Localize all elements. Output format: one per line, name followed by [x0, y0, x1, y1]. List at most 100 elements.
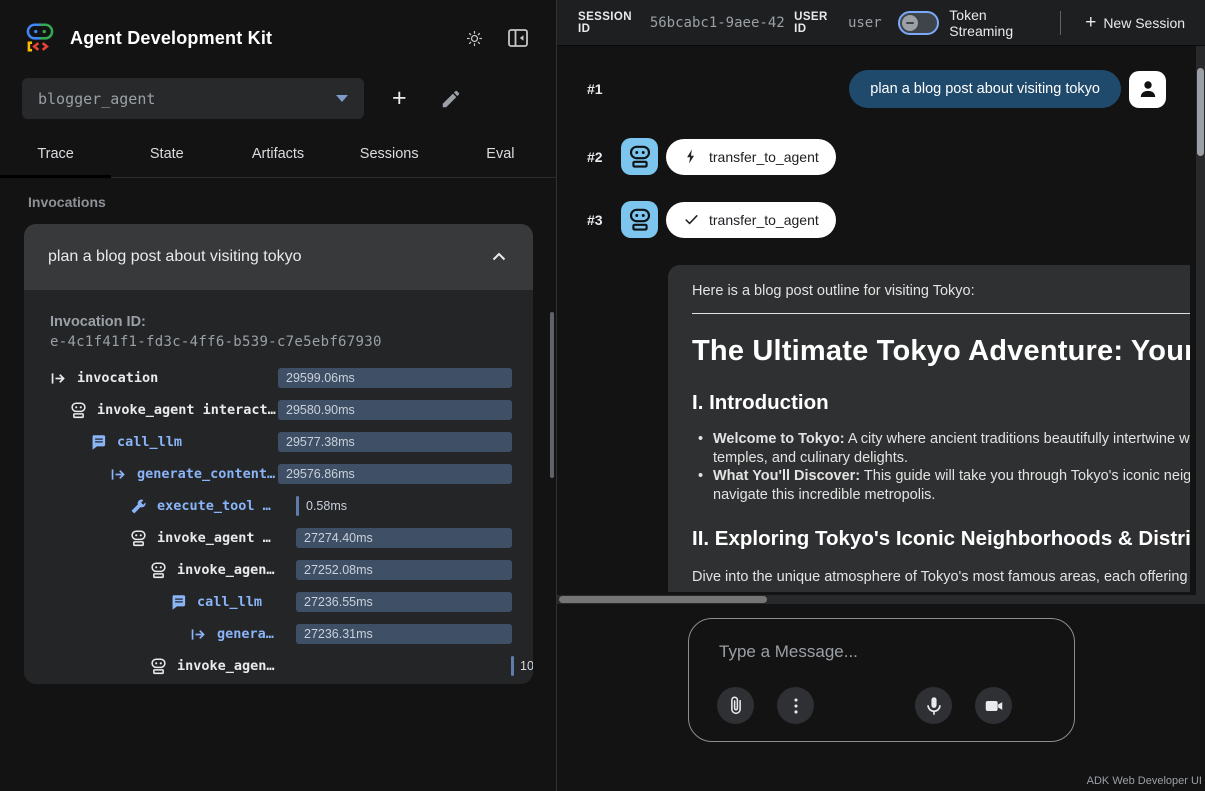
dropdown-caret-icon [336, 95, 348, 102]
robot-icon [150, 658, 167, 675]
trace-row-invoke-agent[interactable]: invoke_agent interact… 29580.90ms [24, 394, 533, 426]
chevron-up-icon [489, 247, 509, 267]
invocation-panel: plan a blog post about visiting tokyo In… [24, 224, 533, 684]
trace-row-invoke-agent[interactable]: invoke_agen… 10 [24, 650, 533, 682]
adk-app: Agent Development Kit blogger_agent + Tr… [0, 0, 1205, 791]
session-id-value: 56bcabc1-9aee-42eb [650, 15, 784, 31]
chat-horizontal-scrollbar-thumb[interactable] [559, 596, 767, 603]
left-tabs: Trace State Artifacts Sessions Eval [0, 131, 556, 178]
microphone-button[interactable] [915, 687, 952, 724]
chat-vertical-scrollbar-track[interactable] [1196, 46, 1205, 595]
chat-messages-area: #1 plan a blog post about visiting tokyo… [557, 46, 1205, 604]
token-streaming-toggle[interactable] [898, 11, 940, 35]
mic-icon [923, 695, 945, 717]
trace-row-generate-content[interactable]: generate_content… 29576.86ms [24, 458, 533, 490]
invocations-label: Invocations [28, 194, 556, 210]
user-message-bubble: plan a blog post about visiting tokyo [849, 70, 1121, 108]
topbar-divider [1060, 11, 1061, 35]
blog-heading-introduction: I. Introduction [692, 391, 1190, 415]
robot-icon [628, 145, 652, 169]
event-row-bot: #3 transfer_to_agent [557, 201, 1205, 238]
duration-tick [296, 496, 299, 516]
bullet-item: Welcome to Tokyo: A city where ancient t… [692, 430, 1190, 467]
message-input[interactable] [717, 641, 1037, 663]
more-options-button[interactable] [777, 687, 814, 724]
robot-icon [130, 530, 147, 547]
session-topbar: SESSION ID 56bcabc1-9aee-42eb USER ID us… [557, 0, 1205, 46]
event-row-bot: #2 transfer_to_agent [557, 138, 1205, 175]
blog-title: The Ultimate Tokyo Adventure: Your G [692, 335, 1190, 368]
trace-row-generate-content[interactable]: genera… 27236.31ms [24, 618, 533, 650]
toggle-thumb [902, 15, 918, 31]
message-composer [688, 618, 1075, 742]
agent-select[interactable]: blogger_agent [22, 78, 364, 119]
card-intro-text: Here is a blog post outline for visiting… [692, 283, 1190, 299]
invocation-id-value: e-4c1f41f1-fd3c-4ff6-b539-c7e5ebf67930 [50, 334, 507, 350]
chat-icon [170, 594, 187, 611]
trace-row-invocation[interactable]: invocation 29599.06ms [24, 362, 533, 394]
trace-row-call-llm[interactable]: call_llm 29577.38ms [24, 426, 533, 458]
blog-heading-neighborhoods: II. Exploring Tokyo's Iconic Neighborhoo… [692, 527, 1190, 551]
left-panel: Agent Development Kit blogger_agent + Tr… [0, 0, 557, 791]
arrow-icon [110, 466, 127, 483]
duration-label: 10 [520, 656, 533, 676]
edit-agent-button[interactable] [435, 83, 467, 115]
bot-response-card: Here is a blog post outline for visiting… [668, 265, 1190, 592]
person-icon [1136, 77, 1160, 101]
left-panel-header: Agent Development Kit [0, 0, 556, 70]
chat-horizontal-scrollbar-track[interactable] [557, 595, 1205, 604]
video-button[interactable] [975, 687, 1012, 724]
duration-bar: 27274.40ms [296, 528, 512, 548]
trace-row-execute-tool[interactable]: execute_tool … 0.58ms [24, 490, 533, 522]
robot-icon [150, 562, 167, 579]
theme-toggle-button[interactable] [458, 22, 490, 54]
event-number: #3 [587, 212, 621, 228]
invocation-id-block: Invocation ID: e-4c1f41f1-fd3c-4ff6-b539… [50, 314, 507, 350]
wrench-icon [130, 498, 147, 515]
robot-icon [70, 402, 87, 419]
left-scrollbar-thumb[interactable] [550, 312, 554, 478]
chat-panel: SESSION ID 56bcabc1-9aee-42eb USER ID us… [557, 0, 1205, 791]
tab-trace[interactable]: Trace [0, 131, 111, 177]
event-row-user: #1 plan a blog post about visiting tokyo [557, 70, 1205, 108]
trace-row-invoke-agent[interactable]: invoke_agent … 27274.40ms [24, 522, 533, 554]
function-call-chip[interactable]: transfer_to_agent [666, 139, 836, 175]
tab-state[interactable]: State [111, 131, 222, 177]
footer-note: ADK Web Developer UI [1087, 775, 1202, 787]
collapse-panel-button[interactable] [502, 22, 534, 54]
collapse-panel-icon [506, 26, 530, 50]
user-avatar [1129, 71, 1166, 108]
function-response-chip[interactable]: transfer_to_agent [666, 202, 836, 238]
bot-avatar [621, 201, 658, 238]
app-title: Agent Development Kit [70, 28, 272, 49]
attach-file-button[interactable] [717, 687, 754, 724]
bolt-icon [683, 148, 700, 165]
composer-area: ADK Web Developer UI [557, 604, 1205, 791]
robot-icon [628, 208, 652, 232]
agent-select-value: blogger_agent [38, 90, 336, 108]
duration-bar: 29577.38ms [278, 432, 512, 452]
event-number: #1 [587, 81, 621, 97]
arrow-icon [50, 370, 67, 387]
adk-logo-icon [22, 20, 58, 56]
bullet-item: What You'll Discover: This guide will ta… [692, 467, 1190, 504]
tab-sessions[interactable]: Sessions [334, 131, 445, 177]
duration-bar: 27236.55ms [296, 592, 512, 612]
user-id-value: user [848, 15, 882, 31]
duration-bar: 29599.06ms [278, 368, 512, 388]
chat-icon [90, 434, 107, 451]
new-session-button[interactable]: + New Session [1079, 12, 1191, 33]
trace-row-invoke-agent[interactable]: invoke_agen… 27252.08ms [24, 554, 533, 586]
duration-bar: 27236.31ms [296, 624, 512, 644]
invocation-panel-header[interactable]: plan a blog post about visiting tokyo [24, 224, 533, 290]
trace-row-call-llm[interactable]: call_llm 27236.55ms [24, 586, 533, 618]
duration-bar: 27252.08ms [296, 560, 512, 580]
event-number: #2 [587, 149, 621, 165]
bot-avatar [621, 138, 658, 175]
arrow-icon [190, 626, 207, 643]
chat-vertical-scrollbar-thumb[interactable] [1197, 68, 1204, 156]
duration-tick [511, 656, 514, 676]
tab-eval[interactable]: Eval [445, 131, 556, 177]
tab-artifacts[interactable]: Artifacts [222, 131, 333, 177]
add-session-button[interactable]: + [390, 86, 409, 111]
